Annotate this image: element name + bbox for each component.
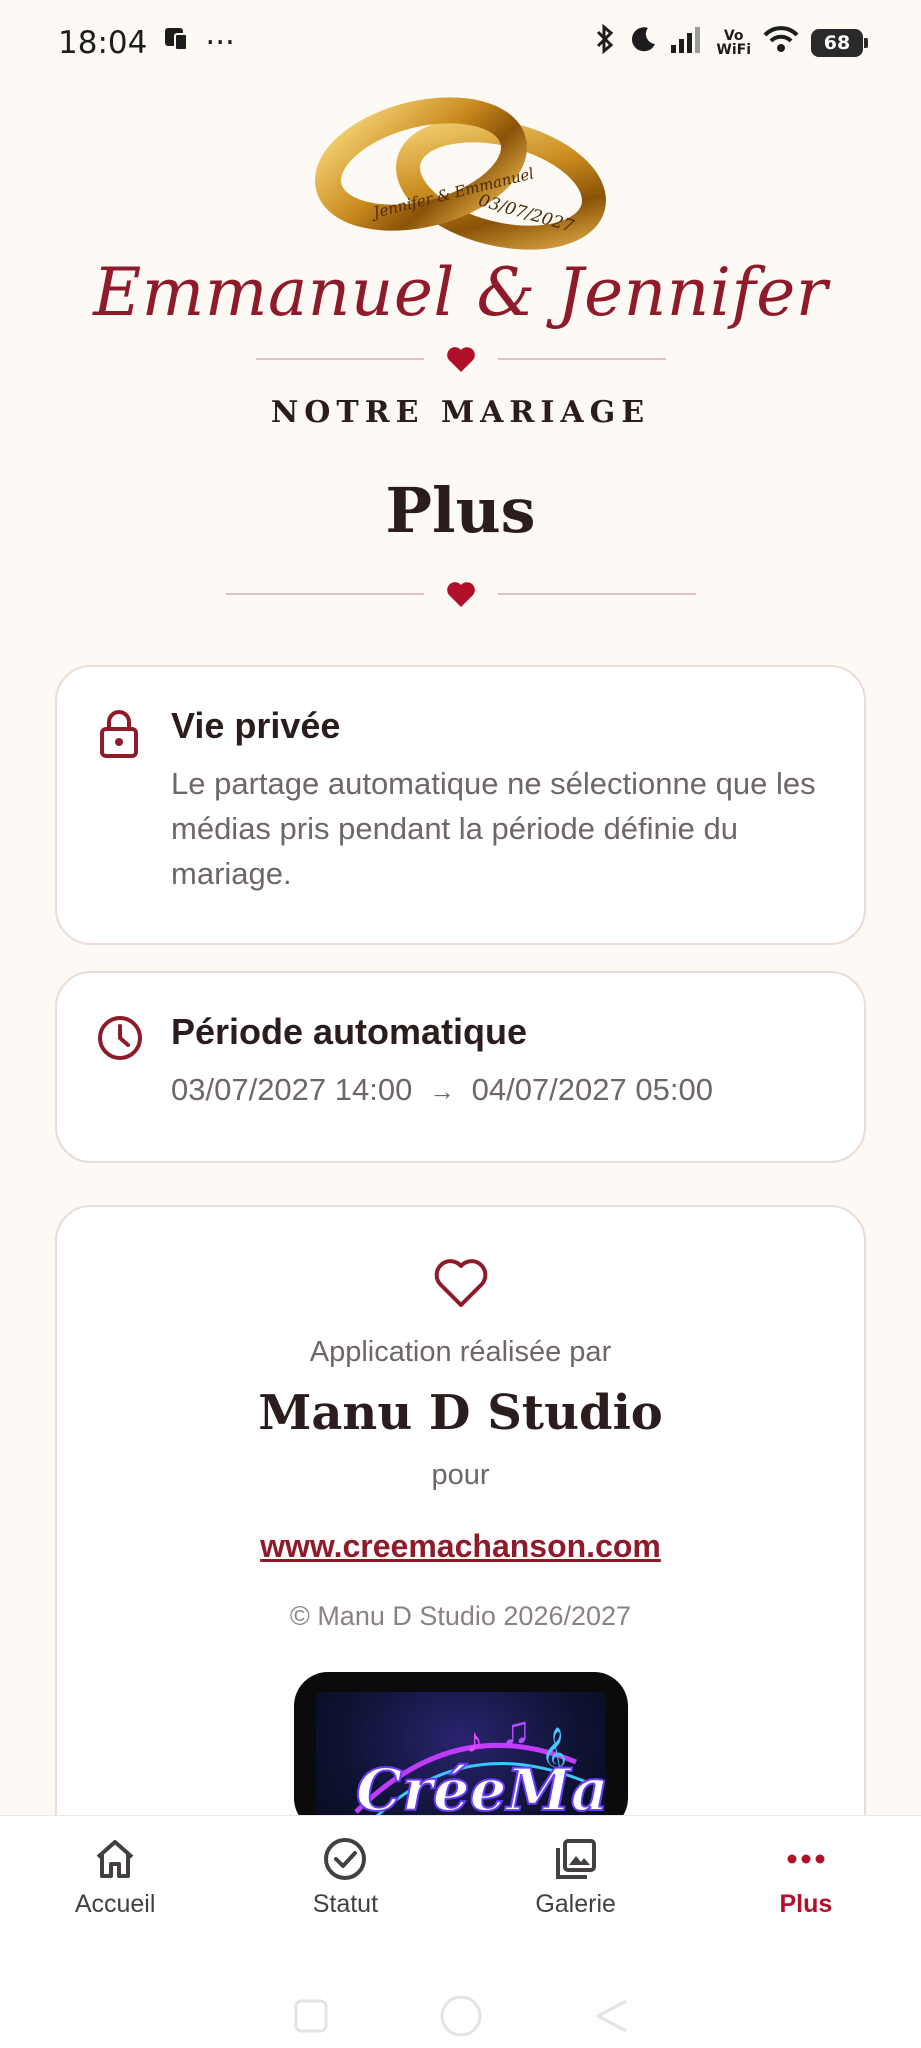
studio-name: Manu D Studio	[258, 1385, 663, 1441]
period-start: 03/07/2027 14:00	[171, 1072, 413, 1107]
nav-label-galerie: Galerie	[535, 1890, 616, 1918]
heart-icon	[446, 347, 475, 372]
lock-icon	[97, 709, 141, 943]
logo-text: CréeMa	[356, 1756, 606, 1824]
bluetooth-icon	[594, 23, 616, 63]
check-circle-icon	[324, 1838, 367, 1880]
back-icon[interactable]	[593, 1998, 629, 2034]
nav-label-accueil: Accueil	[74, 1890, 156, 1918]
vowifi-indicator: Vo WiFi	[716, 28, 751, 58]
period-card: Période automatique 03/07/2027 14:00 → 0…	[55, 971, 866, 1163]
privacy-text: Le partage automatique ne sélectionne qu…	[171, 766, 816, 891]
signal-icon	[670, 25, 704, 61]
nav-label-statut: Statut	[312, 1890, 379, 1918]
wifi-icon	[763, 25, 799, 61]
home-button-icon[interactable]	[439, 1994, 483, 2038]
nav-item-statut[interactable]: Statut	[230, 1816, 460, 1966]
period-range: 03/07/2027 14:00 → 04/07/2027 05:00	[171, 1067, 713, 1114]
copyright-text: © Manu D Studio 2026/2027	[289, 1601, 632, 1631]
svg-text:♫: ♫	[501, 1709, 531, 1753]
status-time: 18:04	[58, 25, 148, 61]
gallery-icon	[555, 1839, 596, 1879]
status-more: ···	[205, 25, 235, 61]
nav-item-accueil[interactable]: Accueil	[0, 1816, 230, 1966]
battery-indicator: 68	[811, 29, 868, 57]
wedding-header: Jennifer & Emmanuel 03/07/2027 Emmanuel …	[0, 86, 921, 430]
header-divider	[0, 345, 921, 373]
creemachanson-logo: ♪ ♫ 𝄞 CréeMa	[293, 1672, 628, 1832]
home-icon	[96, 1840, 134, 1878]
credits-card: Application réalisée par Manu D Studio p…	[55, 1205, 866, 1905]
nav-item-plus[interactable]: Plus	[691, 1816, 921, 1966]
nav-item-galerie[interactable]: Galerie	[461, 1816, 691, 1966]
made-by-label: Application réalisée par	[309, 1336, 612, 1368]
nav-label-plus: Plus	[779, 1890, 833, 1918]
privacy-title: Vie privée	[171, 705, 341, 746]
page-title: Plus	[385, 474, 536, 547]
header-subtitle: NOTRE MARIAGE	[270, 395, 651, 430]
period-end: 04/07/2027 05:00	[471, 1072, 713, 1107]
system-navigation	[0, 1994, 921, 2038]
arrow-icon: →	[428, 1076, 455, 1106]
wedding-rings-icon: Jennifer & Emmanuel 03/07/2027	[314, 97, 606, 250]
couple-names: Emmanuel & Jennifer	[93, 254, 828, 331]
more-icon	[787, 1854, 825, 1864]
notification-icon	[161, 24, 191, 62]
recents-icon[interactable]	[293, 1998, 329, 2034]
title-divider	[0, 580, 921, 608]
status-bar: 18:04 ··· Vo WiFi 68	[0, 0, 921, 86]
heart-icon	[446, 582, 475, 607]
svg-text:♪: ♪	[466, 1722, 483, 1760]
period-title: Période automatique	[171, 1011, 528, 1052]
heart-outline-icon	[434, 1259, 487, 1307]
moon-icon	[628, 24, 658, 62]
clock-icon	[97, 1015, 142, 1161]
bottom-navigation: Accueil Statut Galerie Plus	[0, 1815, 921, 2048]
privacy-card: Vie privée Le partage automatique ne sél…	[55, 665, 866, 945]
website-link[interactable]: www.creemachanson.com	[260, 1528, 661, 1565]
for-label: pour	[431, 1459, 490, 1491]
